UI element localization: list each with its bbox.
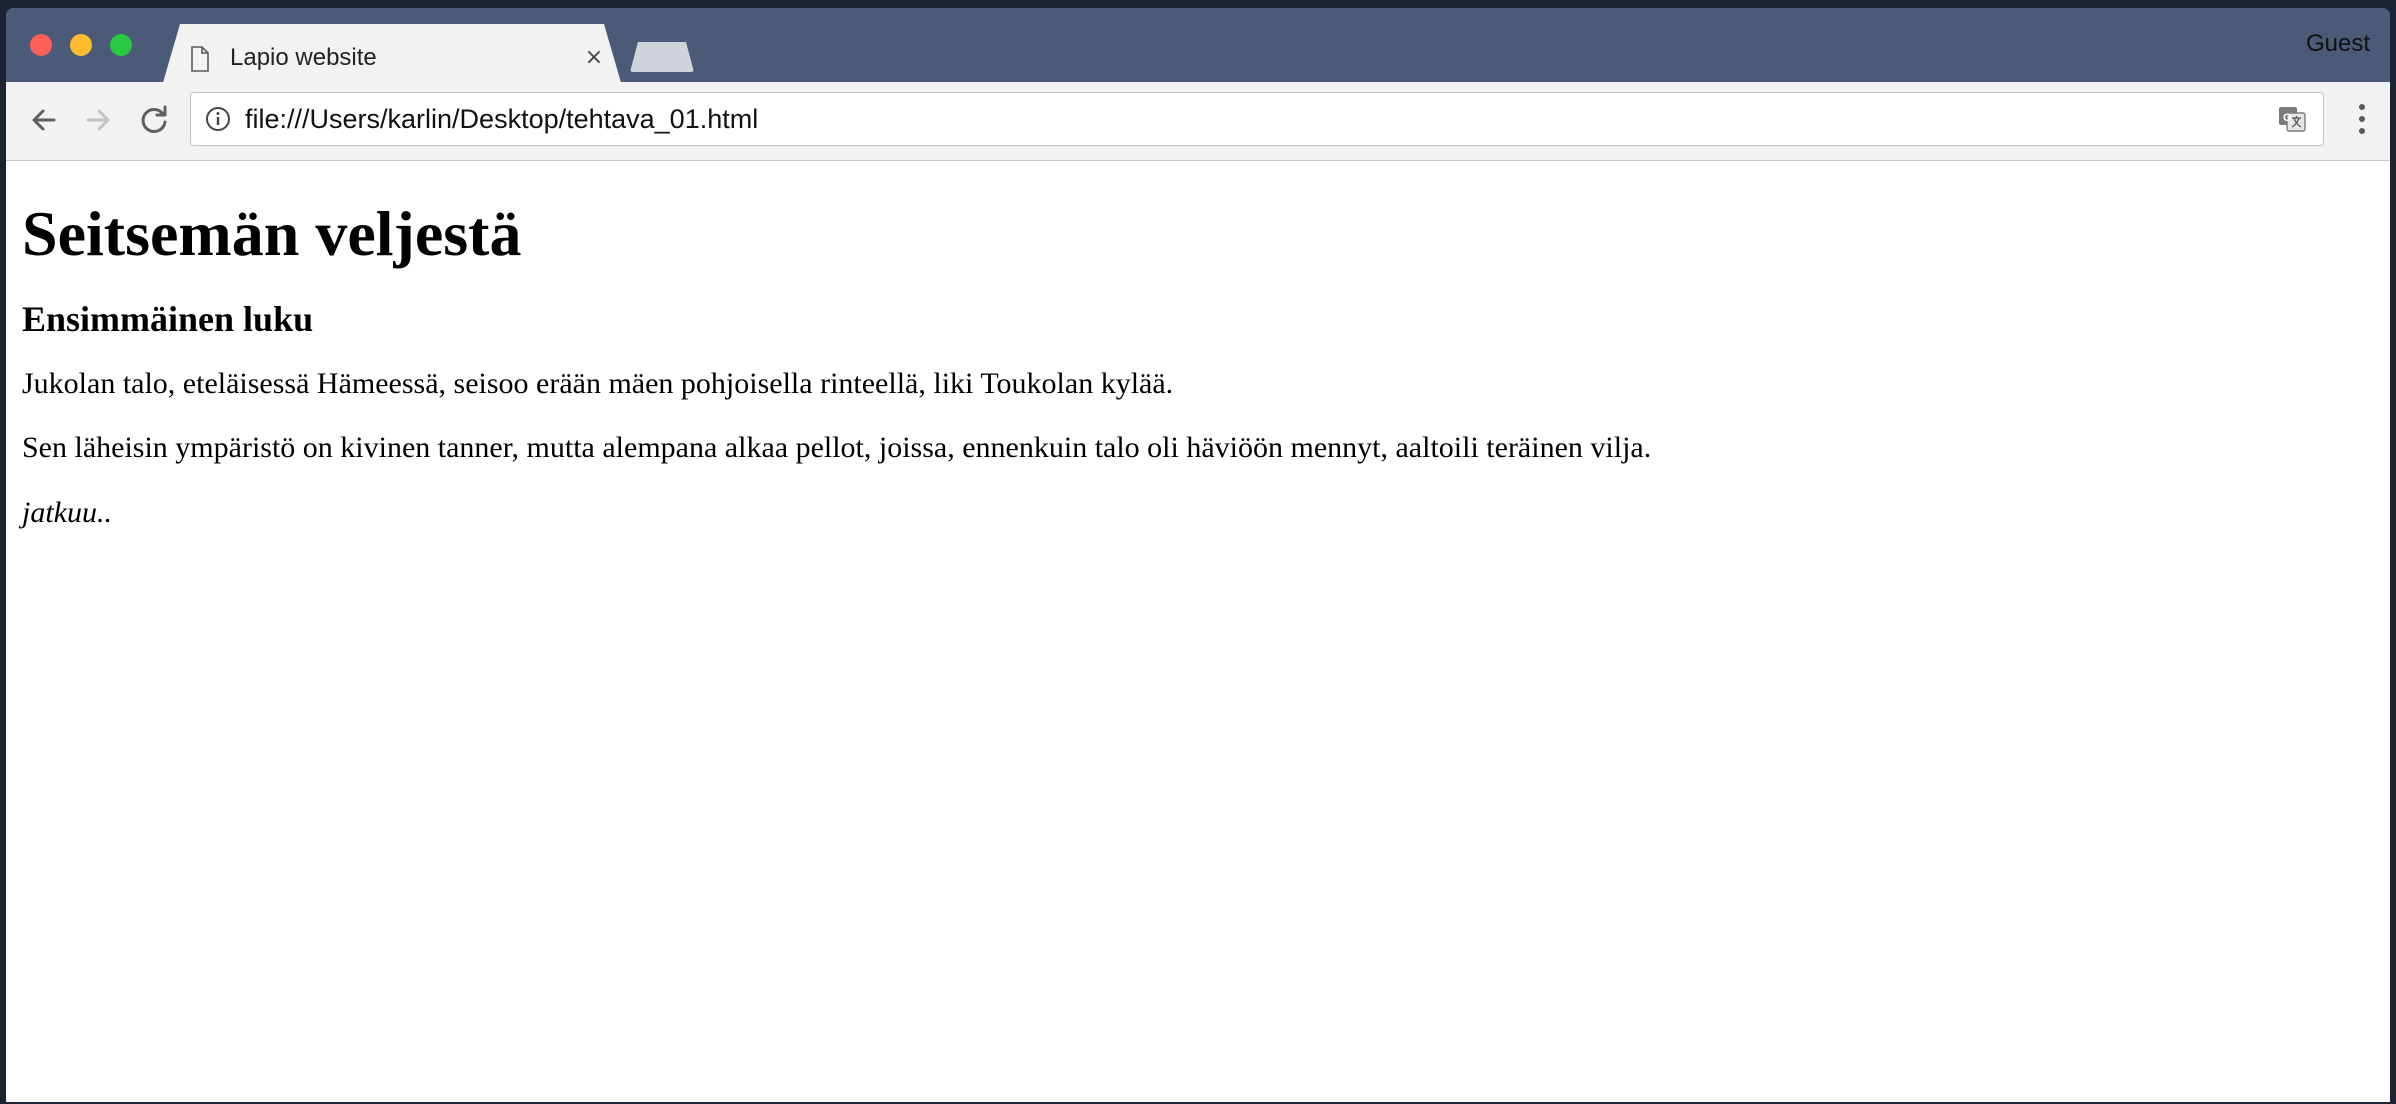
back-button[interactable] [24,100,64,140]
maximize-window-button[interactable] [110,34,132,56]
reload-icon [141,105,167,133]
page-heading: Seitsemän veljestä [22,198,522,269]
url-text[interactable]: file:///Users/karlin/Desktop/tehtava_01.… [245,104,758,135]
tab-close-icon[interactable]: × [582,46,606,70]
title-bar: Lapio website × Guest [6,8,2390,86]
browser-toolbar: file:///Users/karlin/Desktop/tehtava_01.… [6,82,2390,161]
continuation-text: jatkuu.. [22,495,112,529]
forward-button[interactable] [78,100,118,140]
svg-text:G: G [2283,112,2292,124]
translate-icon[interactable]: G [2277,104,2307,134]
arrow-right-icon [86,109,110,131]
new-tab-button[interactable] [630,42,694,72]
page-content: Seitsemän veljestä Ensimmäinen luku Juko… [6,161,2390,1102]
reload-button[interactable] [134,100,174,140]
arrow-left-icon [32,109,56,131]
profile-label[interactable]: Guest [2306,30,2370,58]
paragraph: Sen läheisin ympäristö on kivinen tanner… [22,431,1652,465]
address-bar[interactable]: file:///Users/karlin/Desktop/tehtava_01.… [190,92,2324,146]
tab-title: Lapio website [230,44,377,71]
document-icon [191,46,209,72]
close-window-button[interactable] [30,34,52,56]
paragraph: Jukolan talo, eteläisessä Hämeessä, seis… [22,366,1174,400]
kebab-menu-icon[interactable] [2356,104,2368,138]
browser-window: Lapio website × Guest file:///Users/karl… [6,8,2390,1102]
info-icon[interactable] [205,106,231,132]
tab-lapio-website[interactable]: Lapio website × [162,24,622,86]
chapter-heading: Ensimmäinen luku [22,299,314,340]
minimize-window-button[interactable] [70,34,92,56]
